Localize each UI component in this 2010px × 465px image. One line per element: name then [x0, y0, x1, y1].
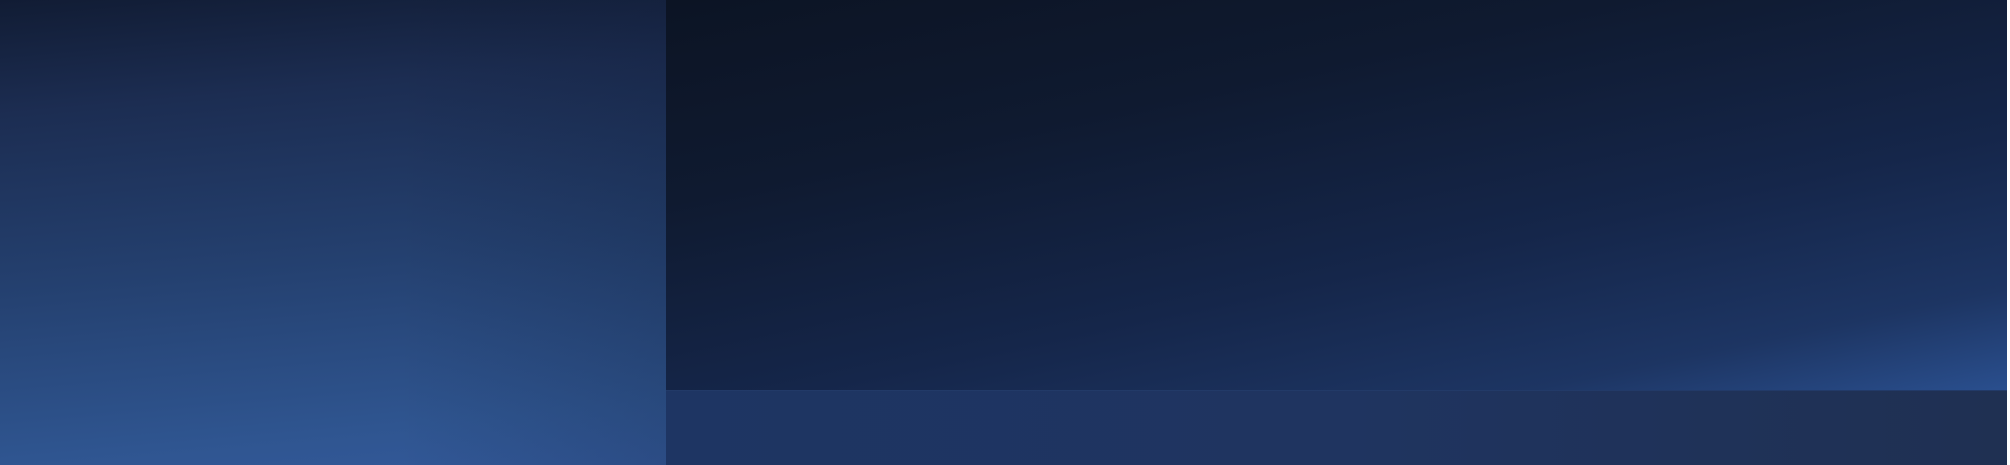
app-window: [0, 0, 2010, 465]
left-sidebar-panel: [0, 0, 666, 465]
main-content-area: [666, 0, 2010, 390]
main-content-panel: [666, 0, 2010, 465]
bottom-bar: [666, 390, 2010, 465]
